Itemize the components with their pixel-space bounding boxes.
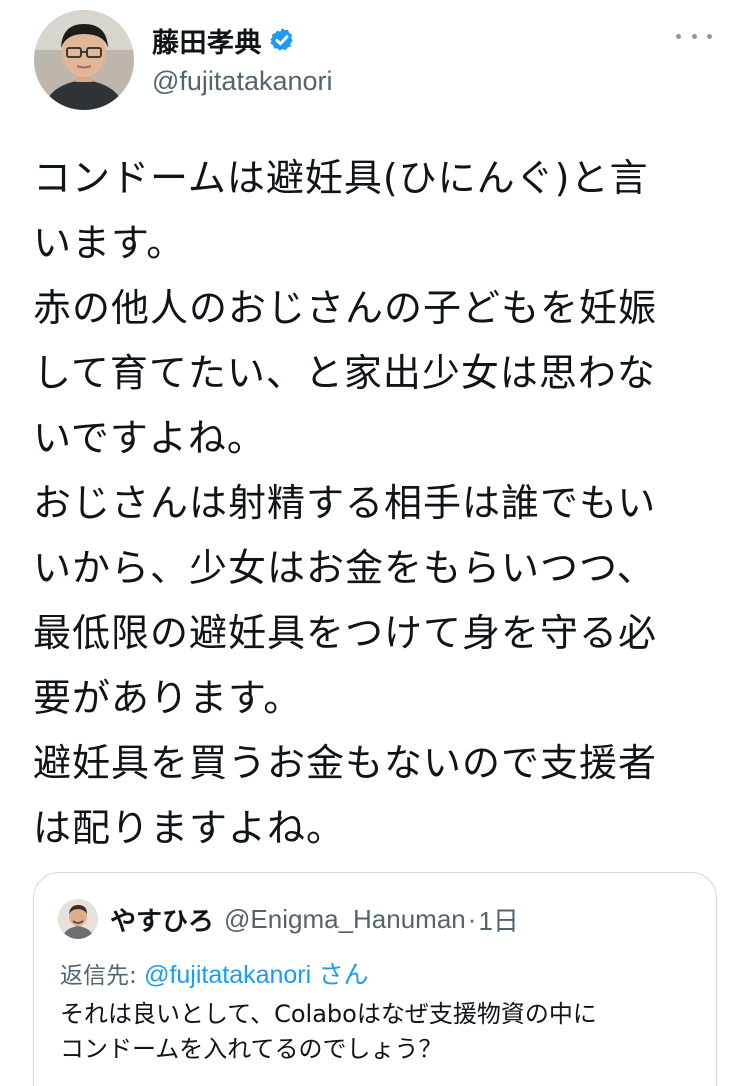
- author-display-name[interactable]: 藤田孝典: [152, 21, 262, 60]
- author-avatar[interactable]: [34, 10, 134, 110]
- tweet-text-line: 避妊具を買うお金もないので支援者: [33, 741, 658, 785]
- tweet-text-line: いですよね。: [33, 416, 266, 460]
- quoted-tweet-header: やすひろ @Enigma_Hanuman · 1日: [58, 899, 519, 939]
- quoted-author-handle[interactable]: @Enigma_Hanuman: [224, 904, 466, 935]
- verified-badge-icon: [270, 28, 293, 51]
- tweet-text-line: おじさんは射精する相手は誰でもい: [33, 481, 657, 525]
- author-handle[interactable]: @fujitatakanori: [152, 66, 333, 97]
- more-horizontal-icon[interactable]: [676, 26, 712, 46]
- profile-photo-icon: [34, 10, 134, 110]
- display-name-row: 藤田孝典: [152, 20, 333, 60]
- reply-to-mention-link[interactable]: @fujitatakanori: [144, 961, 311, 989]
- tweet-text-line: 最低限の避妊具をつけて身を守る必: [33, 611, 658, 655]
- tweet-text-line: います。: [33, 221, 186, 265]
- tweet-text-line: いから、少女はお金をもらいつつ、: [33, 546, 656, 590]
- quoted-tweet-card[interactable]: やすひろ @Enigma_Hanuman · 1日 返信先: @fujitata…: [33, 872, 717, 1086]
- quoted-author-avatar: [58, 899, 98, 939]
- quoted-tweet-text-line: それは良いとして、Colaboはなぜ支援物資の中に: [60, 1000, 597, 1028]
- quoted-tweet-text-line: コンドームを入れてるのでしょう？: [60, 1035, 443, 1063]
- quoted-tweet-text: それは良いとして、Colaboはなぜ支援物資の中に コンドームを入れてるのでしょ…: [60, 997, 700, 1067]
- tweet-text-line: コンドームは避妊具(ひにんぐ)と言: [33, 156, 649, 200]
- tweet-text-line: 赤の他人のおじさんの子どもを妊娠: [33, 286, 658, 330]
- tweet-text-line: して育てたい、と家出少女は思わな: [33, 351, 656, 395]
- tweet-text-line: は配りますよね。: [33, 806, 346, 850]
- quoted-tweet-time[interactable]: 1日: [478, 901, 518, 938]
- tweet-page: 藤田孝典 @fujitatakanori コンドームは避妊具(ひにんぐ)と言 い…: [0, 0, 750, 1086]
- reply-to-prefix: 返信先:: [60, 963, 137, 989]
- more-dot: [691, 33, 697, 39]
- separator-dot: ·: [467, 903, 477, 934]
- profile-photo-icon: [58, 899, 98, 939]
- quoted-author-display-name[interactable]: やすひろ: [110, 901, 214, 938]
- tweet-text: コンドームは避妊具(ひにんぐ)と言 います。 赤の他人のおじさんの子どもを妊娠 …: [33, 146, 713, 861]
- reply-to-line: 返信先: @fujitatakanori さん: [60, 955, 369, 991]
- author-names: 藤田孝典 @fujitatakanori: [152, 20, 333, 97]
- tweet-header: 藤田孝典 @fujitatakanori: [34, 10, 724, 110]
- more-dot: [707, 33, 712, 39]
- tweet-text-line: 要があります。: [33, 676, 303, 720]
- more-dot: [676, 33, 681, 39]
- reply-to-suffix: さん: [318, 961, 369, 989]
